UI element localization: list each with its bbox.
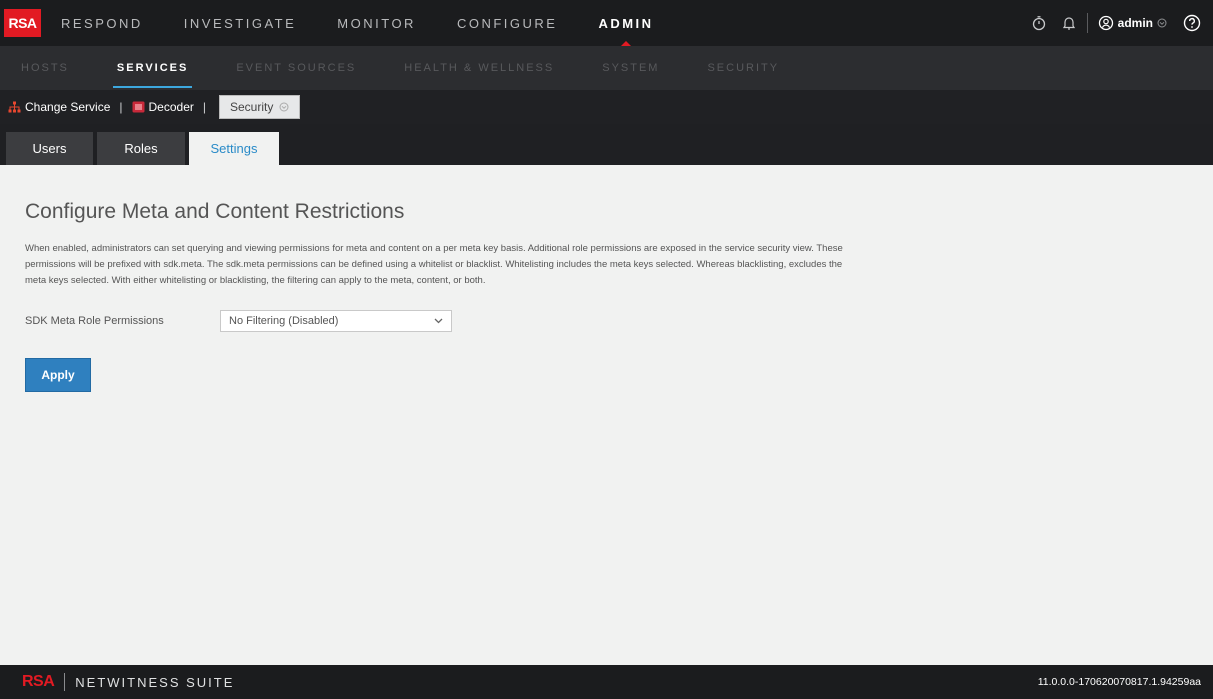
page-title: Configure Meta and Content Restrictions — [25, 200, 405, 223]
security-tabs: Users Roles Settings — [0, 124, 1213, 165]
chevron-down-icon — [434, 318, 443, 324]
subnav-hosts[interactable]: HOSTS — [21, 46, 69, 90]
footer: RSA NETWITNESS SUITE 11.0.0.0-1706200708… — [0, 665, 1213, 699]
permission-row: SDK Meta Role Permissions No Filtering (… — [25, 310, 1185, 332]
subnav-security[interactable]: SECURITY — [707, 46, 779, 90]
change-service-label: Change Service — [25, 100, 111, 114]
toolbar-separator-2: | — [202, 100, 206, 114]
subnav-health-wellness[interactable]: HEALTH & WELLNESS — [404, 46, 554, 90]
settings-description: When enabled, administrators can set que… — [25, 243, 843, 286]
settings-panel: Configure Meta and Content Restrictions … — [25, 165, 1185, 392]
tab-settings[interactable]: Settings — [189, 132, 279, 165]
view-select-label: Security — [230, 100, 274, 114]
apply-button[interactable]: Apply — [25, 358, 91, 392]
tab-users[interactable]: Users — [6, 132, 93, 165]
username: admin — [1117, 16, 1153, 30]
header-tools: admin — [1031, 0, 1201, 46]
help-icon[interactable] — [1183, 14, 1201, 32]
service-name: Decoder — [148, 100, 194, 114]
nav-respond[interactable]: RESPOND — [61, 0, 143, 46]
user-menu[interactable]: admin — [1098, 15, 1167, 31]
permission-select[interactable]: No Filtering (Disabled) — [220, 310, 452, 332]
admin-sub-nav: HOSTS SERVICES EVENT SOURCES HEALTH & WE… — [0, 46, 1213, 90]
main-nav: RESPOND INVESTIGATE MONITOR CONFIGURE AD… — [61, 0, 695, 46]
top-navigation-bar: RSA RESPOND INVESTIGATE MONITOR CONFIGUR… — [0, 0, 1213, 46]
nav-investigate[interactable]: INVESTIGATE — [184, 0, 297, 46]
version-label: 11.0.0.0-170620070817.1.94259aa — [1037, 676, 1201, 688]
decoder-service-label[interactable]: Decoder — [132, 100, 194, 114]
nav-admin[interactable]: ADMIN — [598, 0, 653, 46]
decoder-icon — [132, 101, 145, 113]
chevron-down-icon — [1157, 18, 1167, 28]
user-icon — [1098, 15, 1113, 31]
permission-label: SDK Meta Role Permissions — [25, 315, 164, 327]
rsa-logo: RSA — [4, 9, 41, 37]
permission-selected-value: No Filtering (Disabled) — [229, 315, 339, 327]
timer-icon[interactable] — [1031, 15, 1047, 31]
subnav-event-sources[interactable]: EVENT SOURCES — [236, 46, 356, 90]
view-select-button[interactable]: Security — [219, 95, 301, 119]
subnav-services[interactable]: SERVICES — [112, 46, 193, 90]
suite-name: NETWITNESS SUITE — [75, 674, 235, 690]
nav-monitor[interactable]: MONITOR — [337, 0, 416, 46]
subnav-system[interactable]: SYSTEM — [602, 46, 659, 90]
nav-configure[interactable]: CONFIGURE — [457, 0, 558, 46]
bell-icon[interactable] — [1061, 15, 1077, 31]
service-toolbar: Change Service | Decoder | Security — [0, 90, 1213, 124]
network-tree-icon — [8, 101, 21, 113]
footer-rsa-logo: RSA — [22, 673, 55, 690]
change-service-button[interactable]: Change Service — [8, 100, 110, 114]
tab-roles[interactable]: Roles — [97, 132, 185, 165]
toolbar-separator: | — [119, 100, 123, 114]
footer-divider — [64, 673, 66, 691]
header-divider — [1086, 13, 1088, 33]
chevron-down-icon — [279, 102, 289, 112]
